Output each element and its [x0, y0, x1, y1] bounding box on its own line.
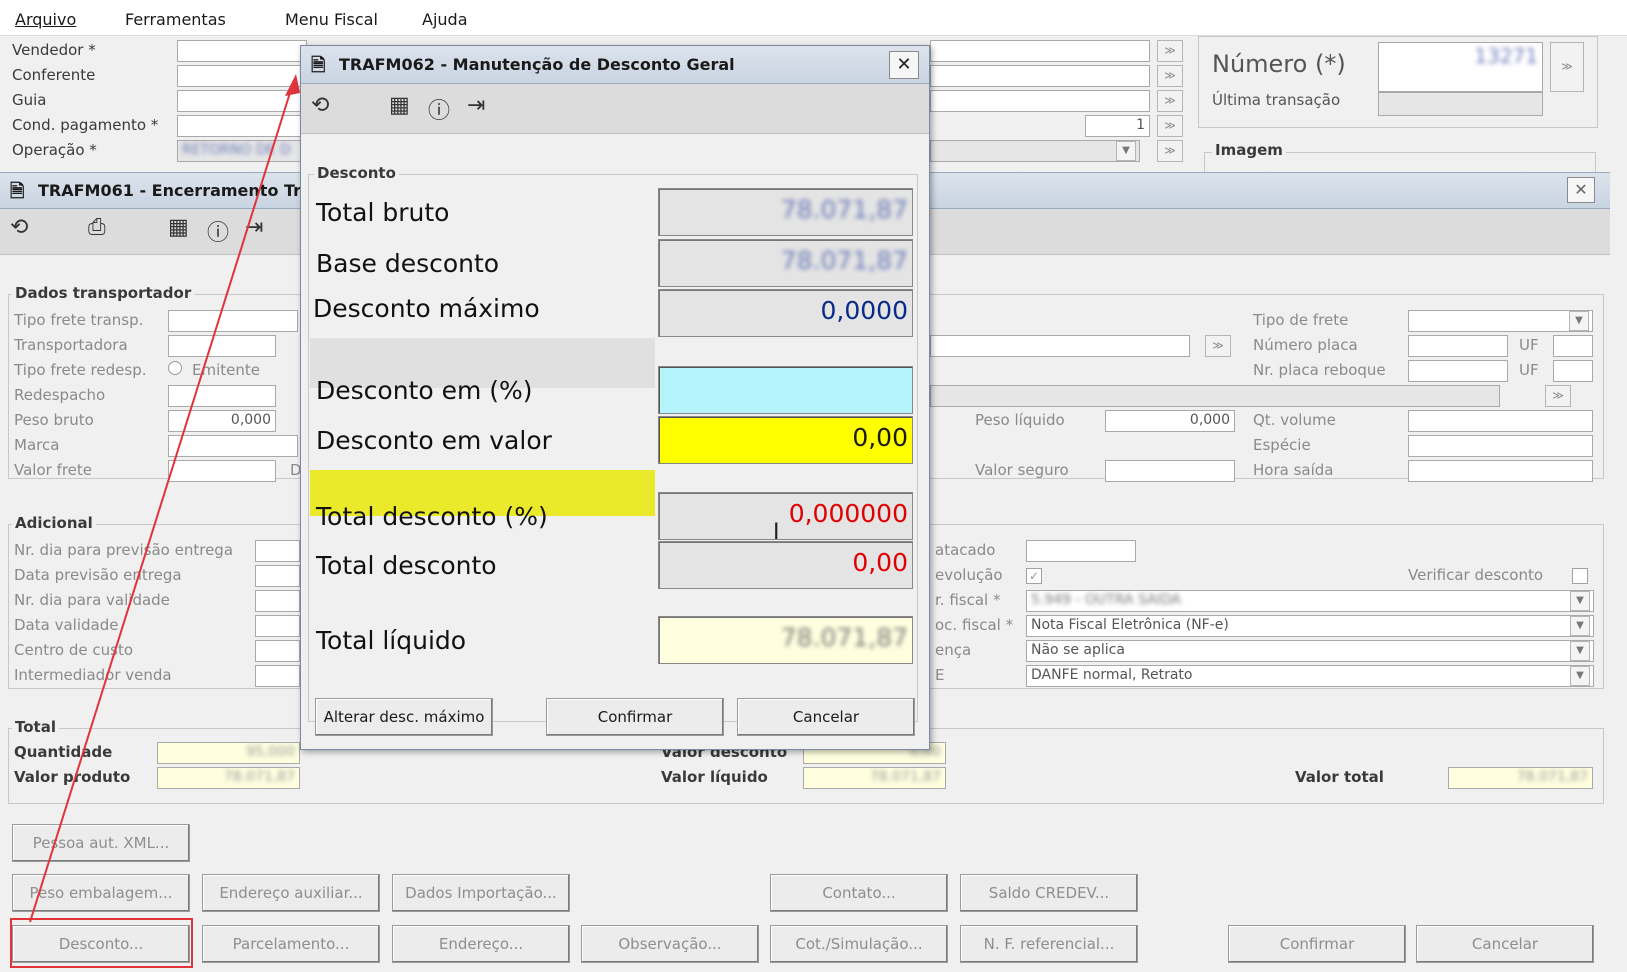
total-liquido-value: 78.071,87	[780, 623, 908, 652]
base-desconto-field: 78.071,87	[658, 239, 913, 287]
alterar-desc-maximo-button[interactable]: Alterar desc. máximo	[315, 698, 493, 736]
total-liquido-field: 78.071,87	[658, 616, 913, 664]
dialog-toolbar: ⟲ ▦ ⓘ ⇥	[301, 84, 929, 134]
total-desconto-pct-field: 0,000000	[658, 492, 913, 540]
dialog-refresh-icon[interactable]: ⟲	[311, 93, 329, 118]
dialog-cancelar-button[interactable]: Cancelar	[737, 698, 915, 736]
dialog-titlebar: 🗎 TRAFM062 - Manutenção de Desconto Gera…	[301, 46, 929, 84]
desconto-group-title: Desconto	[314, 164, 399, 182]
desconto-pct-input[interactable]	[658, 366, 913, 414]
label-desconto-valor: Desconto em valor	[316, 426, 552, 455]
label-total-desconto: Total desconto	[316, 551, 497, 580]
desconto-valor-input[interactable]: 0,00	[658, 416, 913, 464]
label-total-bruto: Total bruto	[316, 198, 450, 227]
dialog-exit-icon[interactable]: ⇥	[467, 93, 485, 118]
base-desconto-value: 78.071,87	[780, 246, 908, 275]
label-total-desconto-pct: Total desconto (%)	[316, 502, 548, 531]
dialog-help-icon[interactable]: ⓘ	[428, 93, 450, 125]
dialog-title: TRAFM062 - Manutenção de Desconto Geral	[339, 55, 735, 74]
total-desconto-field: 0,00	[658, 541, 913, 589]
dialog-confirmar-button[interactable]: Confirmar	[546, 698, 724, 736]
desconto-dialog: 🗎 TRAFM062 - Manutenção de Desconto Gera…	[300, 45, 930, 750]
dialog-calendar-icon[interactable]: ▦	[389, 93, 410, 118]
total-bruto-value: 78.071,87	[780, 195, 908, 224]
total-bruto-field: 78.071,87	[658, 188, 913, 236]
label-total-liquido: Total líquido	[316, 626, 467, 655]
desconto-maximo-field: 0,0000	[658, 289, 913, 337]
label-base-desconto: Base desconto	[316, 249, 500, 278]
dialog-document-icon: 🗎	[311, 55, 326, 76]
dialog-close-button[interactable]: ✕	[889, 51, 919, 79]
label-desconto-maximo: Desconto máximo	[313, 294, 540, 323]
label-desconto-pct: Desconto em (%)	[316, 376, 533, 405]
